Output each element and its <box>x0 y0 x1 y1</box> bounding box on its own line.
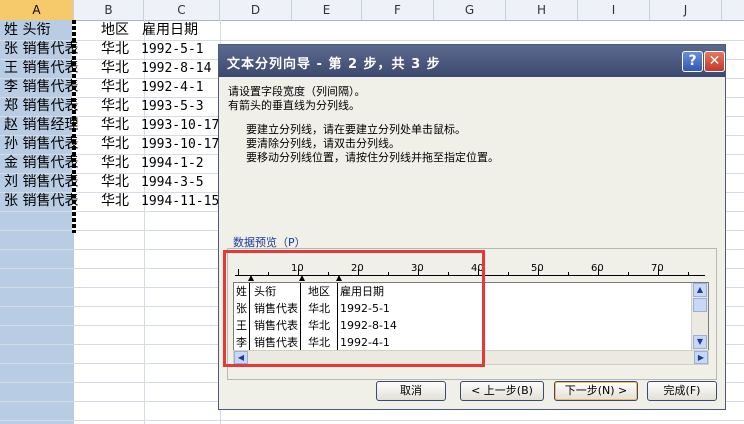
scroll-up-icon[interactable]: ▲ <box>693 283 707 297</box>
ruler-tick <box>688 272 689 276</box>
preview-vertical-scrollbar[interactable]: ▲ ▼ <box>691 283 708 350</box>
cell-c10[interactable]: 1994-11-15 <box>141 192 219 211</box>
column-header-a[interactable]: A <box>0 0 74 20</box>
ruler-tick <box>598 269 599 276</box>
cell-a3[interactable]: 王 销售代表 <box>4 59 78 78</box>
scroll-down-icon[interactable]: ▼ <box>693 335 707 349</box>
cell-a6[interactable]: 赵 销售经理 <box>4 116 78 135</box>
cell-b9[interactable]: 华北 <box>101 173 129 192</box>
cell-a1[interactable]: 姓 头衔 <box>4 21 50 40</box>
cell-b3[interactable]: 华北 <box>101 59 129 78</box>
cell-a7[interactable]: 孙 销售代表 <box>4 135 78 154</box>
cell-b10[interactable]: 华北 <box>101 192 129 211</box>
close-icon[interactable]: ✕ <box>704 51 725 72</box>
cell-b2[interactable]: 华北 <box>101 40 129 59</box>
ruler-tick <box>658 269 659 276</box>
cell-c9[interactable]: 1994-3-5 <box>141 173 204 192</box>
ruler-tick <box>568 272 569 276</box>
column-header-e[interactable]: E <box>292 0 362 20</box>
cell-c4[interactable]: 1992-4-1 <box>141 78 204 97</box>
column-header-i[interactable]: I <box>578 0 650 20</box>
ruler-tick <box>508 272 509 276</box>
column-header-h[interactable]: H <box>506 0 578 20</box>
scroll-thumb[interactable] <box>693 298 707 312</box>
ruler-tick <box>538 269 539 276</box>
cell-c2[interactable]: 1992-5-1 <box>141 40 204 59</box>
cell-c6[interactable]: 1993-10-17 <box>141 116 219 135</box>
cell-b5[interactable]: 华北 <box>101 97 129 116</box>
column-header-j[interactable]: J <box>650 0 722 20</box>
cell-a10[interactable]: 张 销售代表 <box>4 192 78 211</box>
back-button[interactable]: < 上一步(B) <box>460 381 544 401</box>
column-header-c[interactable]: C <box>144 0 220 20</box>
cell-c7[interactable]: 1993-10-17 <box>141 135 219 154</box>
scroll-right-icon[interactable]: ▶ <box>694 351 708 364</box>
cell-c8[interactable]: 1994-1-2 <box>141 154 204 173</box>
cell-a4[interactable]: 李 销售代表 <box>4 78 78 97</box>
dialog-title-bar[interactable]: 文本分列向导 - 第 2 步，共 3 步 ? ✕ <box>219 45 725 77</box>
help-icon[interactable]: ? <box>682 51 703 72</box>
cell-a9[interactable]: 刘 销售代表 <box>4 173 78 192</box>
grid-line <box>0 420 744 421</box>
highlight-annotation-box <box>223 250 485 367</box>
finish-button[interactable]: 完成(F) <box>647 381 717 401</box>
cell-c3[interactable]: 1992-8-14 <box>141 59 211 78</box>
next-button[interactable]: 下一步(N) > <box>554 381 638 401</box>
cell-a8[interactable]: 金 销售代表 <box>4 154 78 173</box>
dialog-title: 文本分列向导 - 第 2 步，共 3 步 <box>227 57 441 72</box>
cell-c1[interactable]: 雇用日期 <box>142 21 198 40</box>
cell-b8[interactable]: 华北 <box>101 154 129 173</box>
cancel-button[interactable]: 取消 <box>376 381 446 401</box>
cell-a5[interactable]: 郑 销售代表 <box>4 97 78 116</box>
cell-b7[interactable]: 华北 <box>101 135 129 154</box>
column-header-f[interactable]: F <box>362 0 434 20</box>
cell-c5[interactable]: 1993-5-3 <box>141 97 204 116</box>
column-header-b[interactable]: B <box>74 0 144 20</box>
cell-b1[interactable]: 地区 <box>101 21 129 40</box>
column-header-d[interactable]: D <box>220 0 292 20</box>
cell-b6[interactable]: 华北 <box>101 116 129 135</box>
cell-b4[interactable]: 华北 <box>101 78 129 97</box>
cell-a2[interactable]: 张 销售代表 <box>4 40 78 59</box>
ruler-tick <box>628 272 629 276</box>
intro-line-2: 有箭头的垂直线为分列线。 <box>228 99 360 112</box>
tip-line-3: 要移动分列线位置，请按住分列线并拖至指定位置。 <box>246 151 499 164</box>
text-to-columns-dialog: 文本分列向导 - 第 2 步，共 3 步 ? ✕ 请设置字段宽度（列间隔）。 有… <box>218 44 726 410</box>
column-header-g[interactable]: G <box>434 0 506 20</box>
column-header-bar: A B C D E F G H I J <box>0 0 744 21</box>
